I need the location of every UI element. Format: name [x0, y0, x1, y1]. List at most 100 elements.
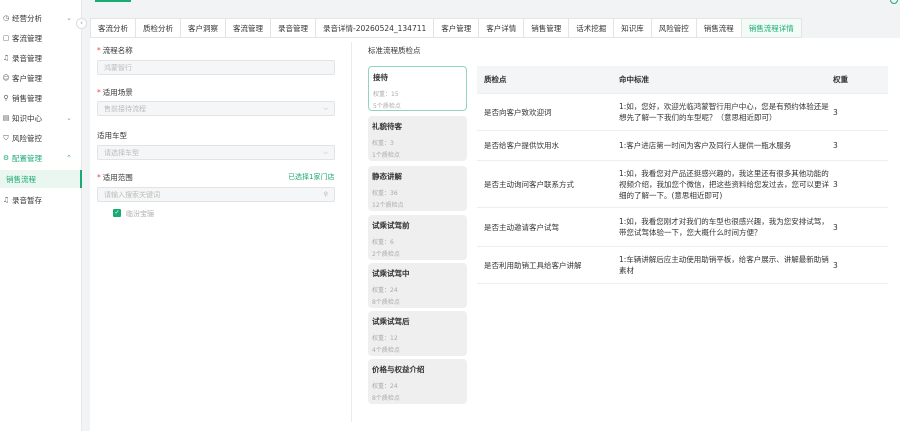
- flow-step-count: 12个质检点: [372, 202, 404, 209]
- settings-icon: ⚙: [2, 154, 10, 162]
- sidebar-item-sales-management[interactable]: ⚲ 销售管理: [0, 89, 82, 107]
- required-mark: *: [97, 173, 101, 182]
- shield-icon: ⛉: [3, 133, 9, 142]
- sidebar-item-risk-control[interactable]: ⛉ 风险管控: [0, 129, 82, 147]
- qc-points-table: 质检点 命中标准 权重 是否向客户致欢迎词 1:如，您好，欢迎光临鸿蒙智行用户中…: [477, 66, 888, 284]
- collapse-sidebar-icon[interactable]: ‹: [76, 18, 87, 29]
- sidebar-item-traffic-management[interactable]: ▢ 客流管理: [0, 29, 82, 47]
- flow-step-card[interactable]: 礼貌待客 权重：3 1个质检点: [368, 116, 467, 161]
- flow-step-title: 接待: [373, 73, 388, 82]
- book-icon: ▤: [2, 114, 10, 122]
- flow-step-card[interactable]: 静态讲解 权重：36 12个质检点: [368, 166, 467, 211]
- column-header-weight: 权重: [833, 75, 848, 84]
- sidebar-item-recording-staging[interactable]: ♫ 录音暂存: [0, 191, 82, 209]
- table-row[interactable]: 是否利用助销工具给客户讲解 1:车辆讲解后应主动使用助销平板，给客户展示、讲解最…: [477, 247, 888, 284]
- sidebar-item-label: 录音管理: [12, 53, 42, 63]
- tab-recording-management[interactable]: 录音管理: [270, 18, 315, 38]
- flow-step-weight: 权重：15: [373, 91, 399, 98]
- flow-step-count: 4个质检点: [372, 347, 400, 354]
- chevron-down-icon: ⌵: [323, 104, 328, 112]
- table-row[interactable]: 是否给客户提供饮用水 1:客户进店第一时间为客户及同行人提供一瓶水服务 3: [477, 131, 888, 161]
- sidebar-item-label: 风险管控: [12, 133, 42, 143]
- tab-sales-process-detail[interactable]: 销售流程详情: [740, 18, 802, 38]
- top-right-icon[interactable]: [890, 0, 898, 4]
- cart-icon: ⚲: [3, 94, 9, 102]
- flow-section-title: 标准流程质检点: [368, 46, 421, 55]
- weight-cell: 3: [833, 222, 838, 232]
- sidebar-item-label: 客流管理: [12, 33, 42, 43]
- car-model-select[interactable]: 请选择车型 ⌵: [97, 145, 335, 160]
- hit-standard-cell: 1:客户进店第一时间为客户及同行人提供一瓶水服务: [619, 141, 792, 150]
- flow-step-card[interactable]: 试乘试驾中 权重：24 8个质检点: [368, 263, 467, 308]
- top-accent-bar: [95, 0, 131, 2]
- selected-stores-link[interactable]: 已选择1家门店: [288, 172, 334, 182]
- qc-point-cell: 是否主动询问客户联系方式: [484, 179, 574, 189]
- tab-sales-process[interactable]: 销售流程: [695, 18, 741, 38]
- table-row[interactable]: 是否向客户致欢迎词 1:如，您好，欢迎光临鸿蒙智行用户中心，您是有预约体验还是想…: [477, 94, 888, 131]
- tab-customer-management[interactable]: 客户管理: [433, 18, 479, 38]
- flow-step-card[interactable]: 价格与权益介绍 权重：24 8个质检点: [368, 359, 467, 404]
- store-checkbox[interactable]: ✓: [113, 209, 121, 217]
- table-header-row: 质检点 命中标准 权重: [477, 66, 888, 94]
- tab-traffic-management[interactable]: 客流管理: [225, 18, 270, 38]
- flow-step-count: 1个质检点: [372, 152, 400, 159]
- flow-step-card[interactable]: 试乘试驾前 权重：6 2个质检点: [368, 215, 467, 260]
- hit-standard-cell: 1:车辆讲解后应主动使用助销平板，给客户展示、讲解最新助销素材: [619, 255, 829, 275]
- chevron-down-icon: ⌄: [66, 114, 72, 122]
- sidebar-item-knowledge-center[interactable]: ▤ 知识中心 ⌄: [0, 109, 82, 127]
- tab-recording-detail[interactable]: 录音详情-20260524_134711: [315, 18, 434, 38]
- tab-qc-analysis[interactable]: 质检分析: [135, 18, 180, 38]
- flow-icon: ▢: [2, 34, 10, 42]
- sidebar-item-config-management[interactable]: ⚙ 配置管理 ⌃: [0, 149, 82, 167]
- tab-sales-management[interactable]: 销售管理: [523, 18, 569, 38]
- flow-step-title: 静态讲解: [372, 172, 402, 181]
- tab-traffic-analysis[interactable]: 客流分析: [90, 18, 135, 38]
- required-mark: *: [97, 88, 101, 97]
- sidebar-item-label: 销售流程: [6, 174, 36, 184]
- sidebar-item-label: 客户管理: [12, 73, 42, 83]
- search-icon: ⚲: [323, 191, 328, 198]
- flow-step-weight: 权重：12: [372, 335, 398, 342]
- flow-step-weight: 权重：36: [372, 190, 398, 197]
- table-row[interactable]: 是否主动邀请客户试驾 1:如，我看您刚才对我们的车型也很感兴趣，我为您安排试驾，…: [477, 208, 888, 247]
- weight-cell: 3: [833, 179, 838, 189]
- tab-script-mining[interactable]: 话术挖掘: [568, 18, 614, 38]
- range-label: * 适用范围: [97, 173, 133, 182]
- mic-icon: ♫: [2, 54, 10, 62]
- tab-bar: 客流分析 质检分析 客户洞察 客流管理 录音管理 录音详情-20260524_1…: [90, 18, 802, 38]
- sidebar: ◷ 经营分析 ⌄ ▢ 客流管理 ♫ 录音管理 ☺ 客户管理 ⚲ 销售管理 ▤ 知…: [0, 0, 82, 431]
- tab-customer-insight[interactable]: 客户洞察: [180, 18, 225, 38]
- flow-step-count: 2个质检点: [372, 251, 400, 258]
- hit-standard-cell: 1:如，我看您刚才对我们的车型也很感兴趣，我为您安排试驾，带您试驾体验一下，您大…: [619, 217, 829, 237]
- sidebar-item-customer-management[interactable]: ☺ 客户管理: [0, 69, 82, 87]
- store-search-input[interactable]: 请输入搜索关键词 ⚲: [97, 187, 335, 202]
- flow-step-title: 试乘试驾前: [372, 221, 410, 230]
- sidebar-item-label: 经营分析: [12, 13, 42, 23]
- flow-step-card[interactable]: 试乘试驾后 权重：12 4个质检点: [368, 311, 467, 356]
- weight-cell: 3: [833, 107, 838, 117]
- flow-step-weight: 权重：24: [372, 287, 398, 294]
- sidebar-item-sales-process[interactable]: 销售流程: [0, 170, 82, 188]
- flow-step-count: 8个质检点: [372, 299, 400, 306]
- column-divider: [351, 42, 352, 422]
- process-name-input[interactable]: 鸿蒙智行: [97, 60, 335, 75]
- flow-step-card[interactable]: 接待 权重：15 5个质检点: [368, 66, 467, 111]
- sidebar-item-recording-management[interactable]: ♫ 录音管理: [0, 49, 82, 67]
- tab-risk-control[interactable]: 风险管控: [650, 18, 696, 38]
- required-mark: *: [97, 46, 101, 55]
- car-model-label: 适用车型: [97, 131, 127, 140]
- qc-point-cell: 是否利用助销工具给客户讲解: [484, 260, 582, 270]
- flow-step-weight: 权重：24: [372, 383, 398, 390]
- table-row[interactable]: 是否主动询问客户联系方式 1:如，我看您对产品还挺感兴趣的，我这里还有很多其他功…: [477, 161, 888, 208]
- tab-customer-detail[interactable]: 客户详情: [478, 18, 524, 38]
- mic-icon: ♫: [2, 196, 10, 204]
- scene-label: * 适用场景: [97, 88, 133, 97]
- sidebar-item-label: 录音暂存: [12, 195, 42, 205]
- scene-select[interactable]: 售前接待流程 ⌵: [97, 101, 335, 116]
- tab-knowledge-base[interactable]: 知识库: [613, 18, 651, 38]
- flow-step-title: 价格与权益介绍: [372, 365, 425, 374]
- pie-chart-icon: ◷: [2, 14, 10, 22]
- sidebar-item-business-analysis[interactable]: ◷ 经营分析 ⌄: [0, 9, 82, 27]
- chevron-down-icon: ⌵: [323, 148, 328, 156]
- hit-standard-cell: 1:如，我看您对产品还挺感兴趣的，我这里还有很多其他功能的视频介绍，我加您个微信…: [619, 168, 829, 200]
